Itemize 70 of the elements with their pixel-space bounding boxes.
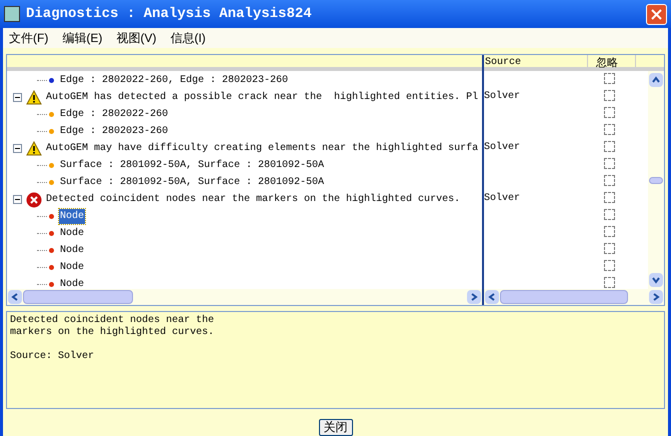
error-icon — [26, 192, 42, 208]
scroll-thumb[interactable] — [500, 290, 628, 304]
tree-item[interactable]: Node — [59, 243, 86, 258]
horizontal-scrollbar[interactable] — [7, 289, 482, 305]
scroll-down-icon[interactable] — [649, 273, 663, 287]
vertical-scrollbar[interactable] — [648, 71, 664, 289]
scroll-right-icon[interactable] — [467, 290, 481, 304]
ignore-checkbox[interactable] — [604, 90, 615, 101]
ignore-checkbox[interactable] — [604, 107, 615, 118]
ignore-checkbox[interactable] — [604, 209, 615, 220]
scroll-left-icon[interactable] — [8, 290, 22, 304]
tree-item[interactable]: Edge : 2802022-260 — [59, 107, 170, 122]
horizontal-scrollbar[interactable] — [484, 289, 664, 305]
message-text[interactable]: AutoGEM may have difficulty creating elements near the highlighted surfa — [46, 141, 478, 156]
tree-line — [37, 114, 47, 115]
collapse-icon[interactable] — [13, 93, 22, 102]
collapse-icon[interactable] — [13, 144, 22, 153]
ignore-checkbox[interactable] — [604, 277, 615, 288]
collapse-icon[interactable] — [13, 195, 22, 204]
details-text: Source: Solver — [10, 351, 96, 363]
ignore-checkbox[interactable] — [604, 141, 615, 152]
tree-item[interactable]: Node — [59, 260, 86, 275]
warning-icon — [26, 90, 42, 105]
scroll-right-icon[interactable] — [649, 290, 663, 304]
ignore-checkbox[interactable] — [604, 243, 615, 254]
menu-item[interactable]: 视图(V) — [116, 29, 156, 47]
scroll-left-icon[interactable] — [485, 290, 499, 304]
ignore-checkbox[interactable] — [604, 158, 615, 169]
ignore-checkbox[interactable] — [604, 73, 615, 84]
warning-icon — [26, 141, 42, 156]
tree-line — [37, 216, 47, 217]
source-text: Solver — [484, 142, 520, 153]
tree-line — [37, 233, 47, 234]
menu-item[interactable]: 文件(F) — [9, 29, 48, 47]
ignore-checkbox[interactable] — [604, 192, 615, 203]
ignore-checkbox[interactable] — [604, 124, 615, 135]
tree-line — [37, 284, 47, 285]
close-button[interactable] — [646, 4, 667, 24]
app-icon — [4, 6, 20, 22]
tree-item[interactable]: Surface : 2801092-50A, Surface : 2801092-50A — [59, 158, 326, 173]
ignore-checkbox[interactable] — [604, 260, 615, 271]
message-text[interactable]: AutoGEM has detected a possible crack near the highlighted entities. Pl — [46, 90, 478, 105]
source-text: Solver — [484, 193, 520, 204]
menu-item[interactable]: 信息(I) — [170, 29, 206, 47]
details-text: Detected coincident nodes near the markers on the highlighted curves. — [10, 315, 216, 339]
tree-line — [37, 80, 47, 81]
tree-line — [37, 267, 47, 268]
tree-line — [37, 182, 47, 183]
tree-item[interactable]: Edge : 2802023-260 — [59, 124, 170, 139]
tree-line — [37, 250, 47, 251]
source-text: Solver — [484, 91, 520, 102]
message-text[interactable]: Detected coincident nodes near the markers on the highlighted curves. — [46, 192, 460, 207]
close-dialog-button[interactable]: 关闭 — [318, 419, 352, 436]
tree-line — [37, 165, 47, 166]
scroll-thumb[interactable] — [649, 176, 663, 184]
tree-line — [37, 131, 47, 132]
column-header[interactable]: 忽略 — [588, 55, 636, 67]
close-icon — [651, 8, 662, 20]
column-header[interactable]: Source — [484, 55, 588, 67]
ignore-checkbox[interactable] — [604, 226, 615, 237]
tree-item[interactable]: Edge : 2802022-260, Edge : 2802023-260 — [59, 73, 290, 88]
tree-item[interactable]: Surface : 2801092-50A, Surface : 2801092-50A — [59, 175, 326, 190]
tree-item[interactable]: Node — [59, 209, 86, 224]
ignore-checkbox[interactable] — [604, 175, 615, 186]
tree-item[interactable]: Node — [59, 277, 86, 289]
scroll-thumb[interactable] — [23, 290, 133, 304]
menu-item[interactable]: 编辑(E) — [62, 29, 102, 47]
scroll-up-icon[interactable] — [649, 73, 663, 87]
window-title: Diagnostics : Analysis Analysis824 — [26, 4, 313, 24]
tree-item[interactable]: Node — [59, 226, 86, 241]
